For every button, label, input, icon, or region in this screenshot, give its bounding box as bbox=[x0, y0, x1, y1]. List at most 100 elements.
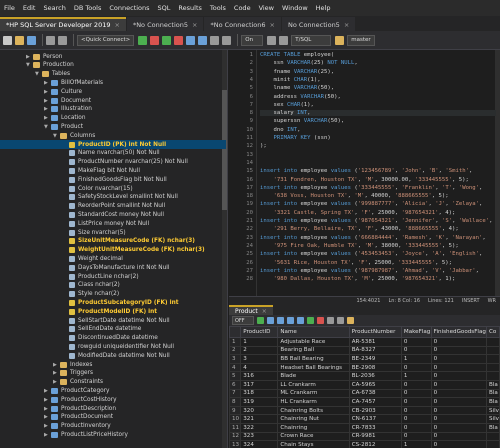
table-cell[interactable]: 0 bbox=[430, 431, 487, 442]
expand-arrow-icon[interactable]: ▶ bbox=[44, 89, 51, 95]
stop-icon[interactable] bbox=[174, 35, 184, 45]
tree-node[interactable]: ▶ Indexes bbox=[0, 360, 92, 369]
tree-node[interactable]: ▶ ProductListPriceHistory bbox=[0, 430, 128, 439]
expand-arrow-icon[interactable]: ▶ bbox=[44, 80, 51, 86]
table-cell[interactable]: CB-2903 bbox=[348, 405, 402, 416]
table-cell[interactable]: CA-7457 bbox=[348, 397, 402, 407]
tree-node[interactable]: ▶ ProductCostHistory bbox=[0, 395, 117, 404]
table-cell[interactable]: BE-2908 bbox=[348, 362, 402, 373]
result-grid[interactable]: ProductID Name ProductNumber MakeFlag Finish… bbox=[229, 326, 500, 448]
table-cell[interactable]: 316 bbox=[240, 371, 279, 381]
expand-arrow-icon[interactable]: ▶ bbox=[53, 379, 60, 385]
table-cell[interactable] bbox=[485, 362, 500, 373]
table-cell[interactable] bbox=[485, 337, 500, 347]
disconnect-icon[interactable] bbox=[150, 35, 160, 45]
table-cell[interactable]: 1 bbox=[400, 371, 432, 381]
tree-node[interactable]: ProductModelID (FK) int bbox=[0, 307, 157, 316]
table-cell[interactable]: 0 bbox=[400, 337, 432, 347]
rollback-icon[interactable] bbox=[198, 35, 208, 45]
table-cell[interactable]: 324 bbox=[240, 440, 279, 448]
table-cell[interactable]: CR-7833 bbox=[348, 422, 402, 433]
menu-item[interactable]: SQL bbox=[158, 4, 171, 12]
table-cell[interactable]: 0 bbox=[400, 397, 432, 407]
column-header[interactable] bbox=[229, 326, 242, 338]
collapse-arrow-icon[interactable]: ▼ bbox=[44, 124, 51, 130]
table-row[interactable]: 5 316 Blade BL-2036 1 0 bbox=[229, 371, 500, 381]
post-edit-icon[interactable] bbox=[327, 317, 334, 324]
table-cell[interactable]: AR-5381 bbox=[348, 337, 402, 347]
table-cell[interactable]: 0 bbox=[430, 354, 487, 364]
table-cell[interactable]: 0 bbox=[400, 379, 432, 390]
new-file-icon[interactable] bbox=[3, 35, 12, 45]
table-cell[interactable]: Bla bbox=[485, 422, 500, 433]
table-cell[interactable]: 4 bbox=[240, 362, 279, 373]
table-row[interactable]: 12 323 Crown Race CR-9981 0 0 bbox=[229, 431, 500, 442]
table-cell[interactable]: 0 bbox=[400, 431, 432, 442]
table-row[interactable]: 11 322 Chainring CR-7833 0 0 Bla bbox=[229, 422, 500, 433]
table-cell[interactable]: 322 bbox=[240, 422, 279, 433]
connect-icon[interactable] bbox=[138, 35, 148, 45]
document-tab[interactable]: *HP SQL Server Developer 2019 × bbox=[0, 17, 126, 31]
column-header[interactable]: FinishedGoodsFlag bbox=[430, 326, 487, 338]
filter-icon[interactable] bbox=[347, 317, 354, 324]
table-cell[interactable]: 0 bbox=[430, 379, 487, 390]
table-cell[interactable]: CS-2812 bbox=[348, 440, 402, 448]
table-cell[interactable]: CA-5965 bbox=[348, 379, 402, 390]
tree-node[interactable]: ▶ Illustration bbox=[0, 105, 92, 114]
tree-node[interactable]: Color nvarchar(15) bbox=[0, 184, 133, 193]
expand-arrow-icon[interactable]: ▶ bbox=[44, 432, 51, 438]
table-cell[interactable]: ML Crankarm bbox=[277, 388, 350, 399]
refresh-icon[interactable] bbox=[257, 317, 264, 324]
table-cell[interactable]: 1 bbox=[400, 440, 432, 448]
prev-record-icon[interactable] bbox=[277, 317, 284, 324]
table-row[interactable]: 3 3 BB Ball Bearing BE-2349 1 0 bbox=[229, 354, 500, 364]
tree-node[interactable]: ProductLine nchar(2) bbox=[0, 272, 139, 281]
menu-item[interactable]: Help bbox=[316, 4, 331, 12]
table-cell[interactable]: Silv bbox=[485, 414, 500, 424]
tree-node[interactable]: ▶ ProductCategory bbox=[0, 386, 110, 395]
table-row[interactable]: 7 318 ML Crankarm CA-6738 0 0 Bla bbox=[229, 388, 500, 399]
menu-item[interactable]: Edit bbox=[23, 4, 36, 12]
tree-node[interactable]: WeightUnitMeasureCode (FK) nchar(3) bbox=[0, 246, 205, 255]
tree-node[interactable]: rowguid uniqueidentifier Not Null bbox=[0, 342, 174, 351]
table-cell[interactable]: 0 bbox=[430, 371, 487, 381]
table-cell[interactable]: Adjustable Race bbox=[277, 337, 350, 347]
tree-node[interactable]: SafetyStockLevel smallint Not Null bbox=[0, 193, 178, 202]
table-cell[interactable]: CA-6738 bbox=[348, 388, 402, 399]
tree-node[interactable]: ProductID (PK) int Not Null bbox=[0, 140, 226, 149]
table-cell[interactable]: Bearing Ball bbox=[277, 345, 350, 356]
insert-row-icon[interactable] bbox=[307, 317, 314, 324]
tree-node[interactable]: SizeUnitMeasureCode (FK) nchar(3) bbox=[0, 237, 195, 246]
column-header[interactable]: Co bbox=[485, 326, 500, 338]
tree-scrollbar[interactable] bbox=[222, 50, 227, 448]
first-record-icon[interactable] bbox=[267, 317, 274, 324]
commit-icon[interactable] bbox=[186, 35, 196, 45]
expand-arrow-icon[interactable]: ▶ bbox=[44, 98, 51, 104]
tree-node[interactable]: ▼ Columns bbox=[0, 131, 95, 140]
column-header[interactable]: MakeFlag bbox=[400, 326, 432, 338]
quick-connect-combo[interactable]: <Quick Connect> bbox=[77, 34, 135, 46]
table-cell[interactable]: 321 bbox=[240, 414, 279, 424]
delete-row-icon[interactable] bbox=[317, 317, 324, 324]
document-tab[interactable]: *No Connection5 × bbox=[126, 17, 204, 31]
tree-node[interactable]: ▶ Triggers bbox=[0, 369, 93, 378]
tab-product-result[interactable]: Product × bbox=[229, 305, 273, 315]
table-row[interactable]: 10 321 Chainring Nut CN-6137 0 0 Silv bbox=[229, 414, 500, 424]
editor-scrollbar[interactable] bbox=[495, 50, 500, 296]
history-icon[interactable] bbox=[279, 35, 289, 45]
table-cell[interactable]: 0 bbox=[430, 362, 487, 373]
table-cell[interactable]: 0 bbox=[430, 414, 487, 424]
tree-node[interactable]: SellStartDate datetime Not Null bbox=[0, 316, 170, 325]
table-cell[interactable] bbox=[485, 354, 500, 364]
tree-node[interactable]: FinishedGoodsFlag bit Not Null bbox=[0, 175, 167, 184]
close-icon[interactable]: × bbox=[270, 21, 275, 29]
expand-arrow-icon[interactable]: ▶ bbox=[44, 423, 51, 429]
table-cell[interactable]: 0 bbox=[400, 388, 432, 399]
table-row[interactable]: 6 317 LL Crankarm CA-5965 0 0 Bla bbox=[229, 379, 500, 390]
save-icon[interactable] bbox=[27, 35, 36, 45]
table-cell[interactable] bbox=[485, 345, 500, 356]
close-icon[interactable]: × bbox=[262, 308, 267, 315]
table-cell[interactable]: BA-8327 bbox=[348, 345, 402, 356]
menu-item[interactable]: Search bbox=[43, 4, 65, 12]
expand-arrow-icon[interactable]: ▶ bbox=[53, 362, 60, 368]
